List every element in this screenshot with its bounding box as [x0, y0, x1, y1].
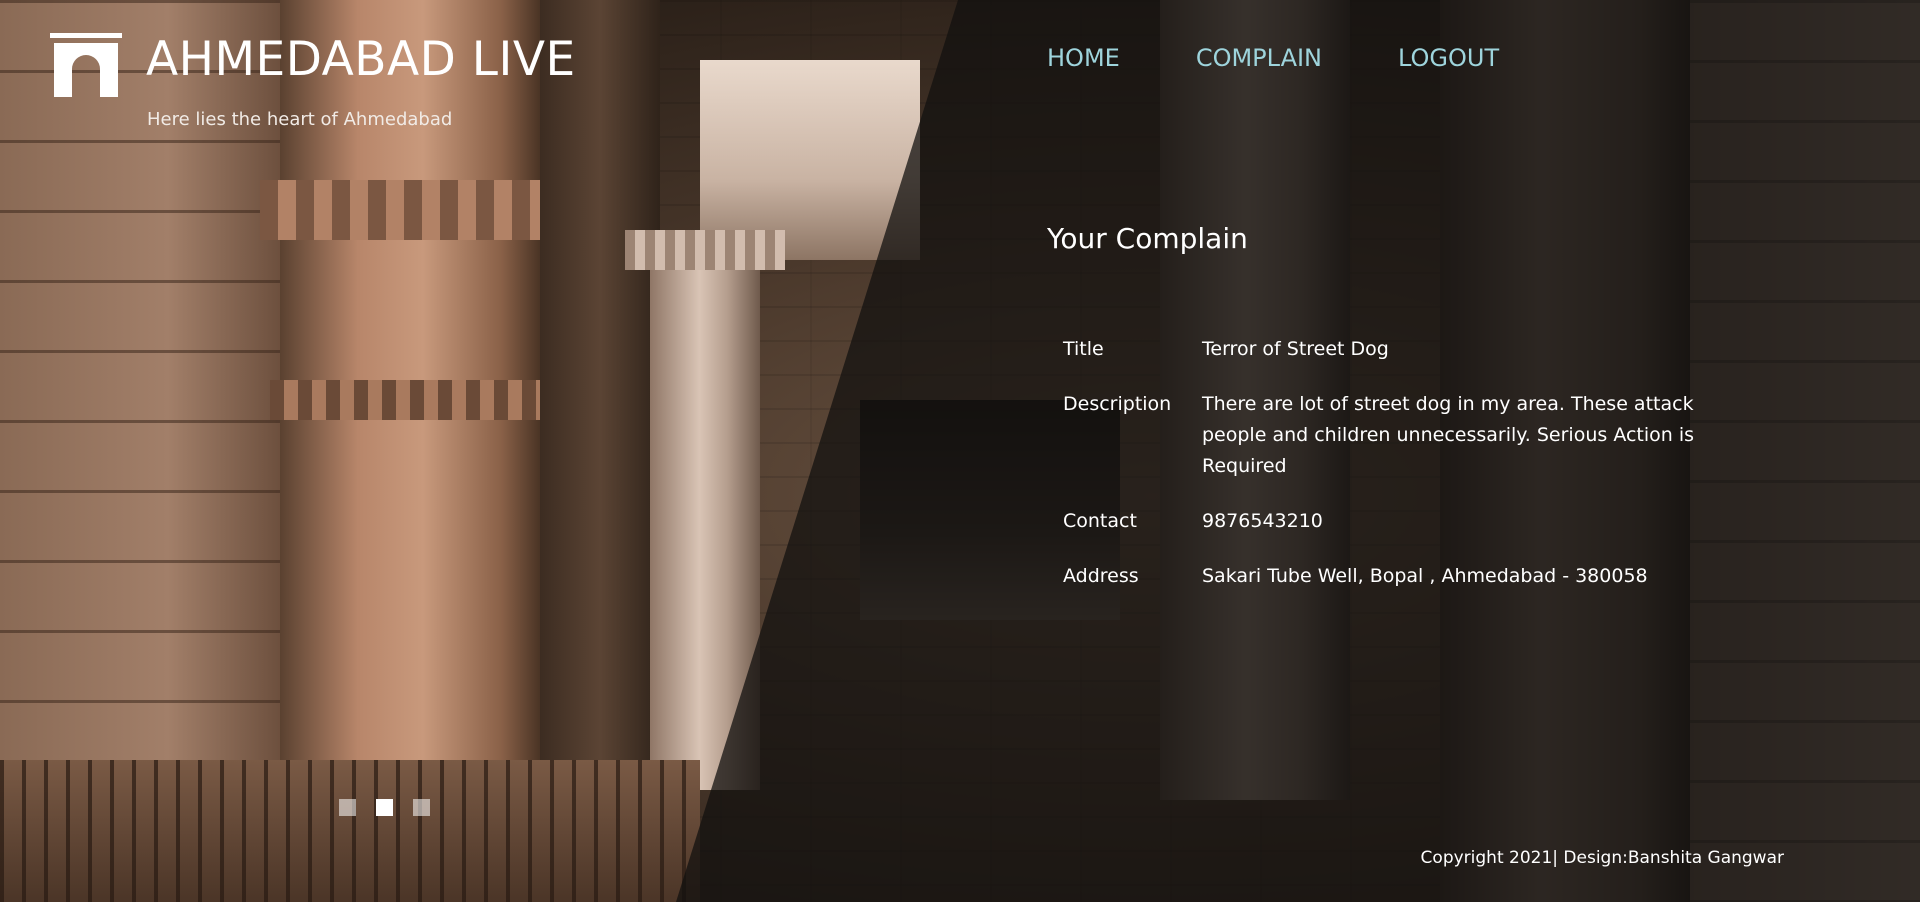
footer-copyright: Copyright 2021| Design:Banshita Gangwar: [1420, 848, 1784, 868]
slider-dot-2[interactable]: [376, 799, 393, 816]
detail-value: Terror of Street Dog: [1202, 338, 1389, 360]
arch-gate-icon[interactable]: [50, 33, 122, 99]
complaint-details: Title Terror of Street Dog Description T…: [1063, 334, 1783, 616]
slider-dot-3[interactable]: [413, 799, 430, 816]
slider-dots: [339, 799, 430, 816]
complaint-heading: Your Complain: [1047, 222, 1248, 255]
detail-label: Description: [1063, 393, 1172, 415]
nav-complain-link[interactable]: COMPLAIN: [1196, 44, 1322, 72]
nav-home-link[interactable]: HOME: [1047, 44, 1120, 72]
nav-logout-link[interactable]: LOGOUT: [1398, 44, 1499, 72]
detail-value: 9876543210: [1202, 510, 1323, 532]
site-title[interactable]: AHMEDABAD LIVE: [146, 32, 576, 87]
detail-row-description: Description There are lot of street dog …: [1063, 389, 1783, 482]
main-nav: HOME COMPLAIN LOGOUT: [1047, 44, 1499, 72]
slider-dot-1[interactable]: [339, 799, 356, 816]
detail-value: Sakari Tube Well, Bopal , Ahmedabad - 38…: [1202, 565, 1648, 587]
detail-row-title: Title Terror of Street Dog: [1063, 334, 1783, 365]
detail-value: There are lot of street dog in my area. …: [1202, 393, 1695, 477]
detail-row-address: Address Sakari Tube Well, Bopal , Ahmeda…: [1063, 561, 1783, 592]
detail-label: Title: [1063, 338, 1104, 360]
site-tagline: Here lies the heart of Ahmedabad: [147, 109, 453, 130]
detail-row-contact: Contact 9876543210: [1063, 506, 1783, 537]
detail-label: Contact: [1063, 510, 1137, 532]
detail-label: Address: [1063, 565, 1139, 587]
